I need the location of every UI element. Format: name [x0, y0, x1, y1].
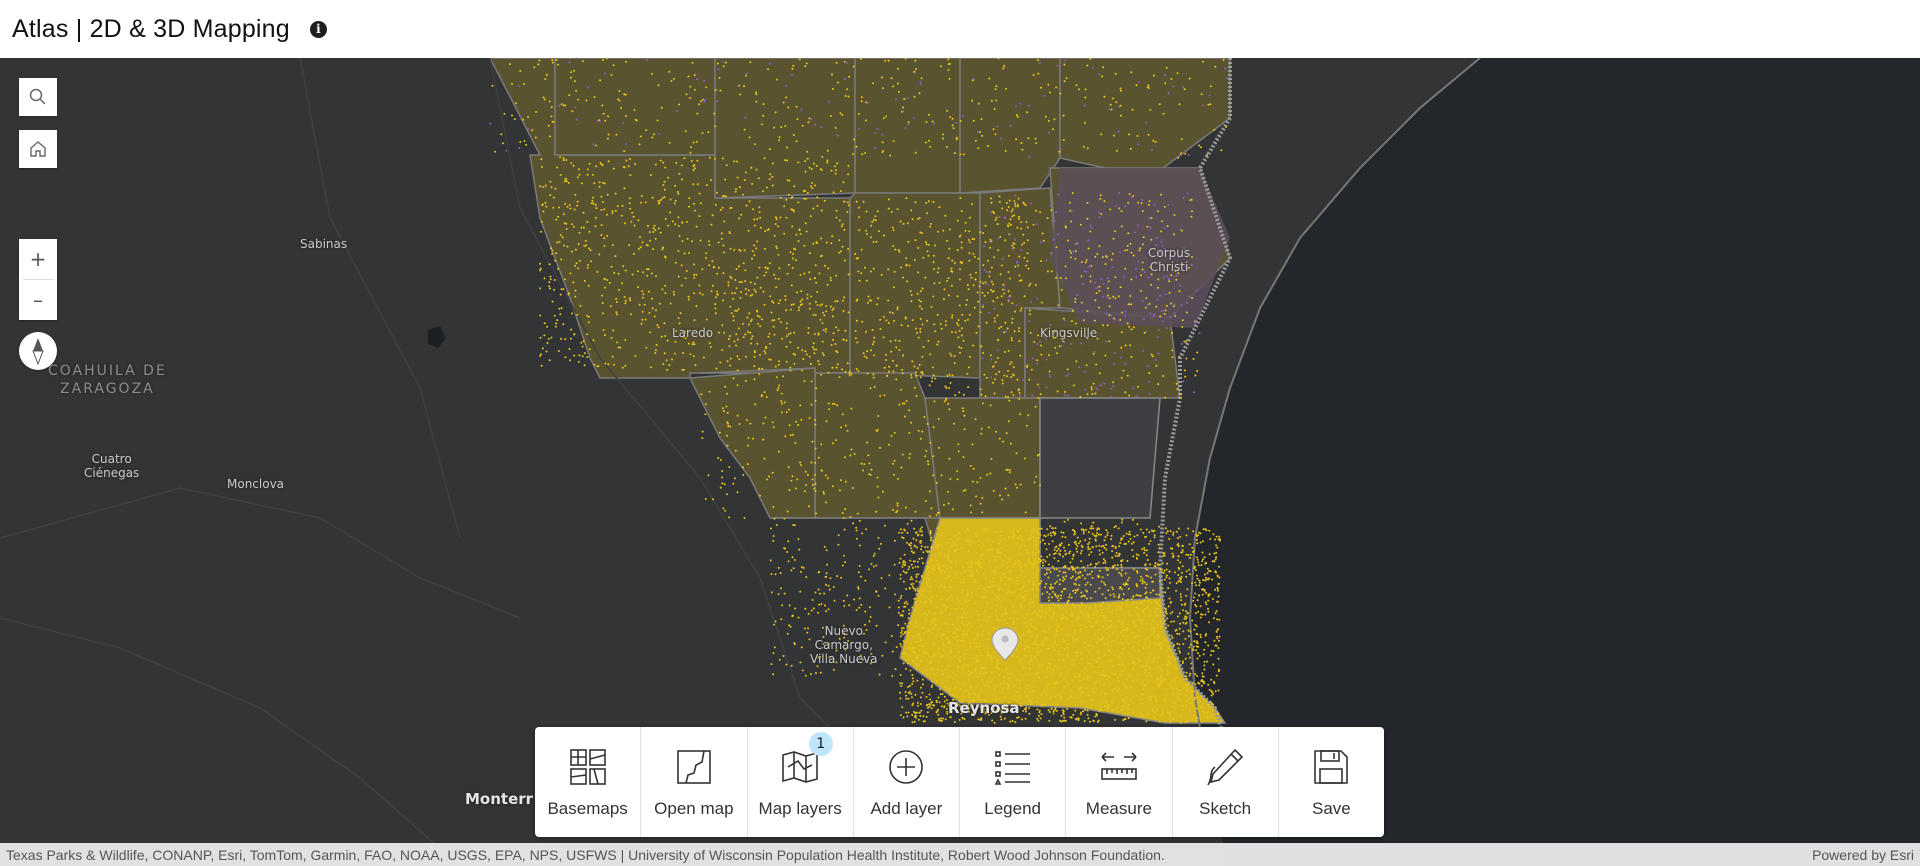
app-header: Atlas | 2D & 3D Mapping i: [0, 0, 1920, 58]
legend-icon: [994, 751, 1030, 785]
open-map-icon: [677, 750, 711, 784]
tool-label: Save: [1312, 799, 1351, 818]
tool-label: Basemaps: [547, 799, 628, 818]
tool-label: Open map: [654, 799, 734, 818]
tool-measure[interactable]: Measure: [1066, 727, 1173, 837]
tool-label: Map layers: [758, 799, 842, 818]
add-layer-icon: [889, 750, 924, 784]
label-cuatro-cienegas: Cuatro Ciénegas: [84, 452, 140, 480]
tool-save[interactable]: Save: [1279, 727, 1384, 837]
hidalgo-cameron-counties: [899, 517, 1227, 724]
compass-button[interactable]: [19, 332, 57, 370]
compass-icon: [32, 338, 44, 365]
zoom-controls: + –: [19, 239, 57, 320]
search-button[interactable]: [19, 78, 57, 116]
label-coahuila: COAHUILA DE ZARAGOZA: [48, 363, 167, 397]
search-icon: [29, 88, 46, 105]
label-nuevo-camargo: Nuevo Camargo, Villa Nueva: [810, 624, 878, 666]
powered-by-link[interactable]: Powered by Esri: [1812, 847, 1914, 863]
tool-open-map[interactable]: Open map: [641, 727, 748, 837]
label-monclova: Monclova: [227, 477, 285, 491]
label-laredo: Laredo: [672, 326, 714, 340]
label-sabinas: Sabinas: [300, 237, 348, 251]
app-title: Atlas | 2D & 3D Mapping: [12, 14, 290, 43]
basemaps-icon: [569, 749, 606, 785]
attribution-text: Texas Parks & Wildlife, CONANP, Esri, To…: [6, 846, 1165, 863]
layer-count-badge: 1: [808, 732, 833, 756]
sketch-icon: [1207, 748, 1244, 786]
tool-label: Add layer: [870, 799, 943, 818]
tool-add-layer[interactable]: Add layer: [854, 727, 960, 837]
tool-label: Measure: [1085, 799, 1152, 818]
label-monterrey: Monterr: [465, 790, 534, 808]
zoom-out-button[interactable]: –: [19, 280, 57, 320]
home-icon: [30, 141, 46, 157]
measure-icon: [1101, 752, 1137, 780]
info-icon[interactable]: i: [309, 20, 327, 38]
tool-legend[interactable]: Legend: [960, 727, 1067, 837]
bottom-toolbar: Basemaps Open map Map layers 1 Add layer…: [535, 727, 1384, 837]
label-corpus-christi: Corpus Christi: [1148, 246, 1191, 274]
zoom-in-button[interactable]: +: [19, 239, 57, 279]
label-reynosa: Reynosa: [948, 699, 1020, 717]
tool-label: Legend: [984, 799, 1041, 818]
tool-map-layers[interactable]: Map layers 1: [748, 727, 854, 837]
label-kingsville: Kingsville: [1040, 326, 1098, 340]
tool-sketch[interactable]: Sketch: [1173, 727, 1279, 837]
home-button[interactable]: [19, 130, 57, 168]
save-icon: [1314, 750, 1349, 784]
attribution-bar: Texas Parks & Wildlife, CONANP, Esri, To…: [0, 843, 1920, 866]
tool-basemaps[interactable]: Basemaps: [535, 727, 642, 837]
tool-label: Sketch: [1199, 799, 1252, 818]
